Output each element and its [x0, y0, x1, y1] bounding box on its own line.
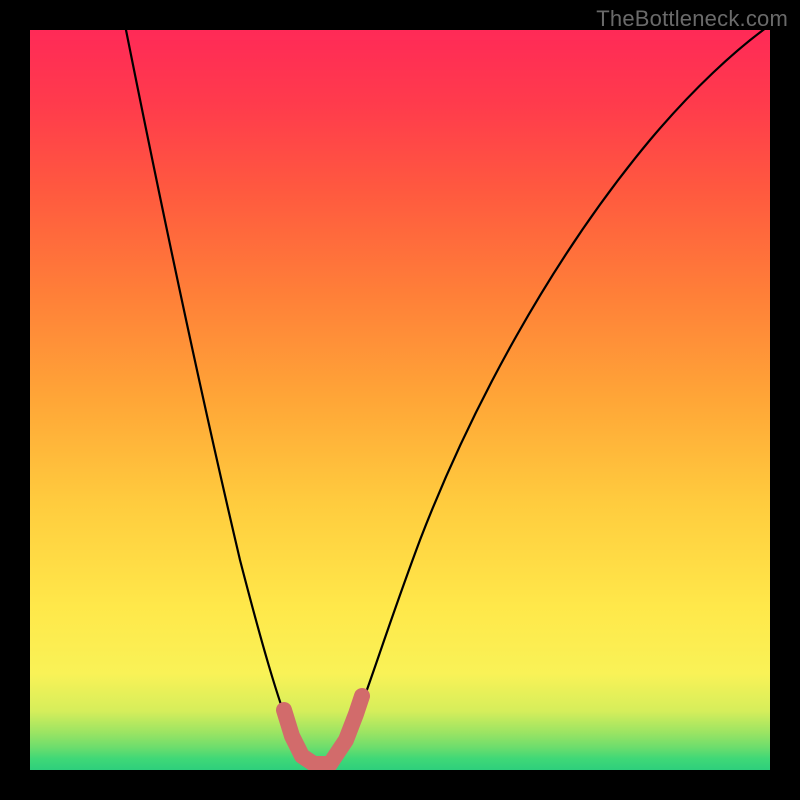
- chart-frame: TheBottleneck.com: [0, 0, 800, 800]
- chart-svg: [30, 30, 770, 770]
- watermark-label: TheBottleneck.com: [596, 6, 788, 32]
- gradient-background: [30, 30, 770, 770]
- plot-area: [30, 30, 770, 770]
